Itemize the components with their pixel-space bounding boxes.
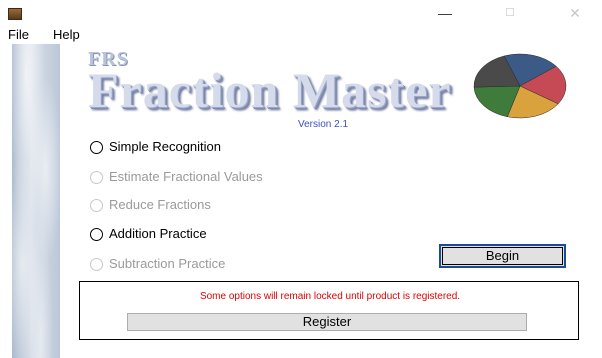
pie-chart-logo bbox=[473, 53, 567, 119]
maximize-button[interactable]: ☐ bbox=[490, 2, 530, 24]
register-button[interactable]: Register bbox=[127, 313, 527, 331]
menu-bar: File Help bbox=[0, 26, 602, 44]
menu-file[interactable]: File bbox=[8, 26, 29, 44]
logo-title: Fraction Master bbox=[88, 62, 452, 118]
registration-notice: Some options will remain locked until pr… bbox=[79, 281, 579, 340]
option-label: Reduce Fractions bbox=[109, 197, 211, 212]
radio-button bbox=[90, 171, 103, 184]
radio-button[interactable] bbox=[90, 141, 103, 154]
radio-button bbox=[90, 258, 103, 271]
title-bar: — ☐ ✕ bbox=[0, 0, 602, 26]
decorative-sidebar bbox=[12, 44, 60, 358]
option-label: Subtraction Practice bbox=[109, 256, 226, 271]
locked-message: Some options will remain locked until pr… bbox=[199, 291, 461, 302]
begin-button[interactable]: Begin bbox=[439, 244, 566, 268]
radio-button bbox=[90, 199, 103, 212]
app-icon[interactable] bbox=[8, 8, 22, 20]
close-button[interactable]: ✕ bbox=[555, 2, 595, 24]
radio-button[interactable] bbox=[90, 228, 103, 241]
option-label: Addition Practice bbox=[109, 226, 207, 241]
version-label: Version 2.1 bbox=[298, 119, 349, 130]
minimize-button[interactable]: — bbox=[425, 2, 465, 24]
option-label: Estimate Fractional Values bbox=[109, 169, 263, 184]
menu-help[interactable]: Help bbox=[53, 26, 80, 44]
option-label: Simple Recognition bbox=[109, 139, 222, 154]
